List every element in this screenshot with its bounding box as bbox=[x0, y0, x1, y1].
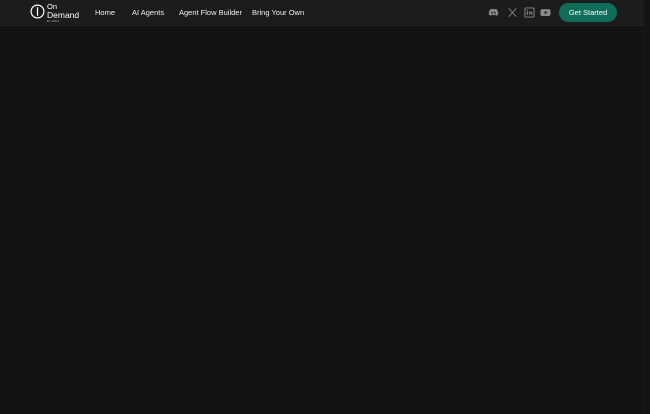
get-started-button[interactable]: Get Started bbox=[559, 3, 617, 22]
ondemand-logo[interactable]: On Demand BY AIRAI bbox=[30, 3, 86, 23]
discord-icon[interactable] bbox=[488, 7, 499, 18]
linkedin-icon[interactable] bbox=[524, 7, 535, 18]
logo-mark-icon bbox=[30, 4, 45, 19]
x-icon[interactable] bbox=[507, 7, 518, 18]
youtube-icon[interactable] bbox=[540, 7, 551, 18]
top-navbar: On Demand BY AIRAI Home AI Agents Agent … bbox=[0, 0, 643, 26]
nav-ai-agents[interactable]: AI Agents bbox=[132, 8, 164, 18]
page: On Demand BY AIRAI Home AI Agents Agent … bbox=[0, 0, 650, 414]
nav-home[interactable]: Home bbox=[95, 8, 115, 18]
logo-wordmark: On Demand BY AIRAI bbox=[47, 3, 87, 23]
nav-agent-flow-builder[interactable]: Agent Flow Builder bbox=[179, 8, 242, 18]
page-scrollbar[interactable] bbox=[643, 0, 650, 414]
main-content-area bbox=[0, 26, 643, 414]
logo-line-demand: Demand bbox=[47, 10, 80, 20]
nav-bring-your-own[interactable]: Bring Your Own bbox=[252, 8, 304, 18]
